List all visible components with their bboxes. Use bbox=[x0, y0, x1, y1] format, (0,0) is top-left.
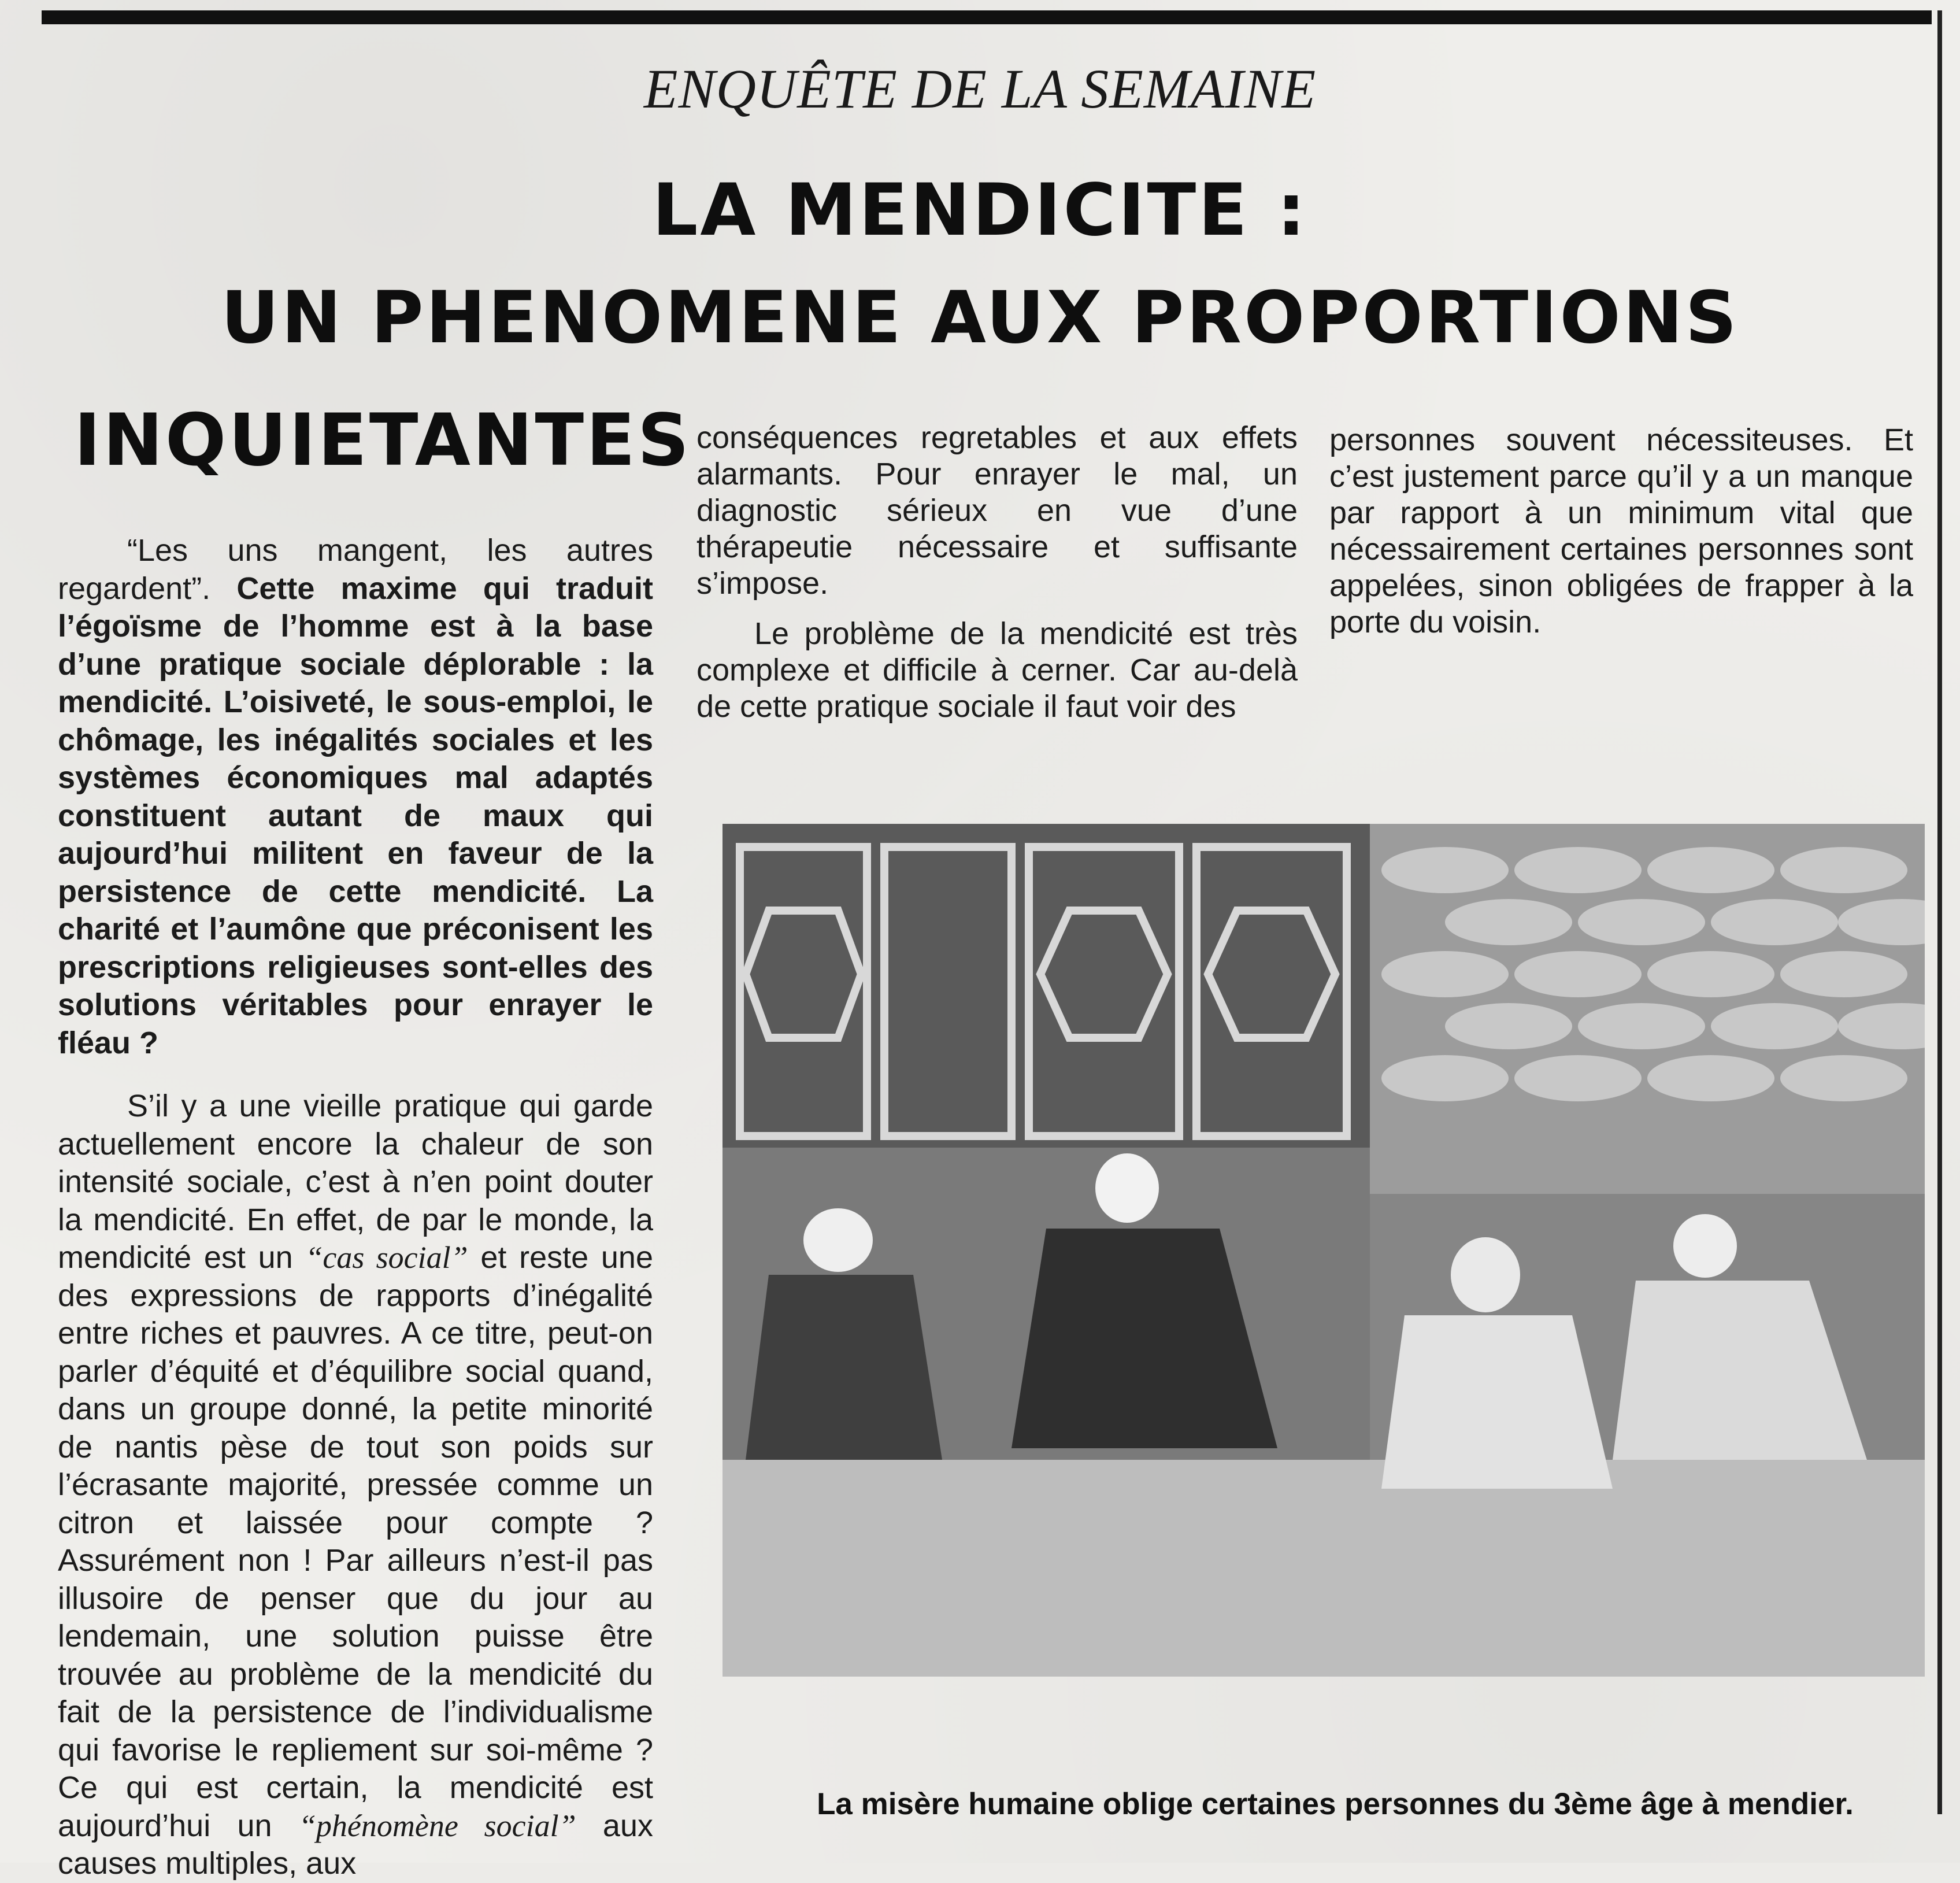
lead-paragraph: “Les uns mangent, les autres regardent”.… bbox=[58, 532, 653, 1062]
lead-bold-text: Cette maxime qui traduit l’égoïsme de l’… bbox=[58, 571, 653, 1060]
headline-line-2: UN PHENOMENE AUX PROPORTIONS bbox=[221, 276, 1739, 360]
photo-caption: La misère humaine oblige certaines perso… bbox=[817, 1787, 1854, 1821]
body-paragraph: personnes souvent nécessiteuses. Et c’es… bbox=[1329, 423, 1913, 639]
body-paragraph: Le problème de la mendicité est très com… bbox=[696, 616, 1298, 724]
emphasis-text: “cas social” bbox=[305, 1240, 468, 1275]
emphasis-text: “phénomène social” bbox=[298, 1808, 576, 1843]
newspaper-page: ENQUÊTE DE LA SEMAINE LA MENDICITE : UN … bbox=[0, 0, 1960, 1881]
body-paragraph: conséquences regretables et aux effets a… bbox=[696, 420, 1298, 601]
headline-line-3: INQUIETANTES bbox=[74, 399, 692, 482]
headline-line-1: LA MENDICITE : bbox=[652, 169, 1308, 252]
section-kicker: ENQUÊTE DE LA SEMAINE bbox=[643, 58, 1317, 120]
article-column-1: “Les uns mangent, les autres regardent”.… bbox=[58, 532, 653, 1883]
body-paragraph: S’il y a une vieille pratique qui garde … bbox=[58, 1087, 653, 1883]
article-column-3: personnes souvent nécessiteuses. Et c’es… bbox=[1329, 422, 1913, 641]
top-rule bbox=[42, 10, 1932, 24]
body-text: et reste une des expressions de rapports… bbox=[58, 1240, 653, 1843]
article-photo bbox=[723, 824, 1925, 1677]
article-column-2: conséquences regretables et aux effets a… bbox=[696, 420, 1298, 725]
photo-illustration bbox=[723, 824, 1925, 1677]
